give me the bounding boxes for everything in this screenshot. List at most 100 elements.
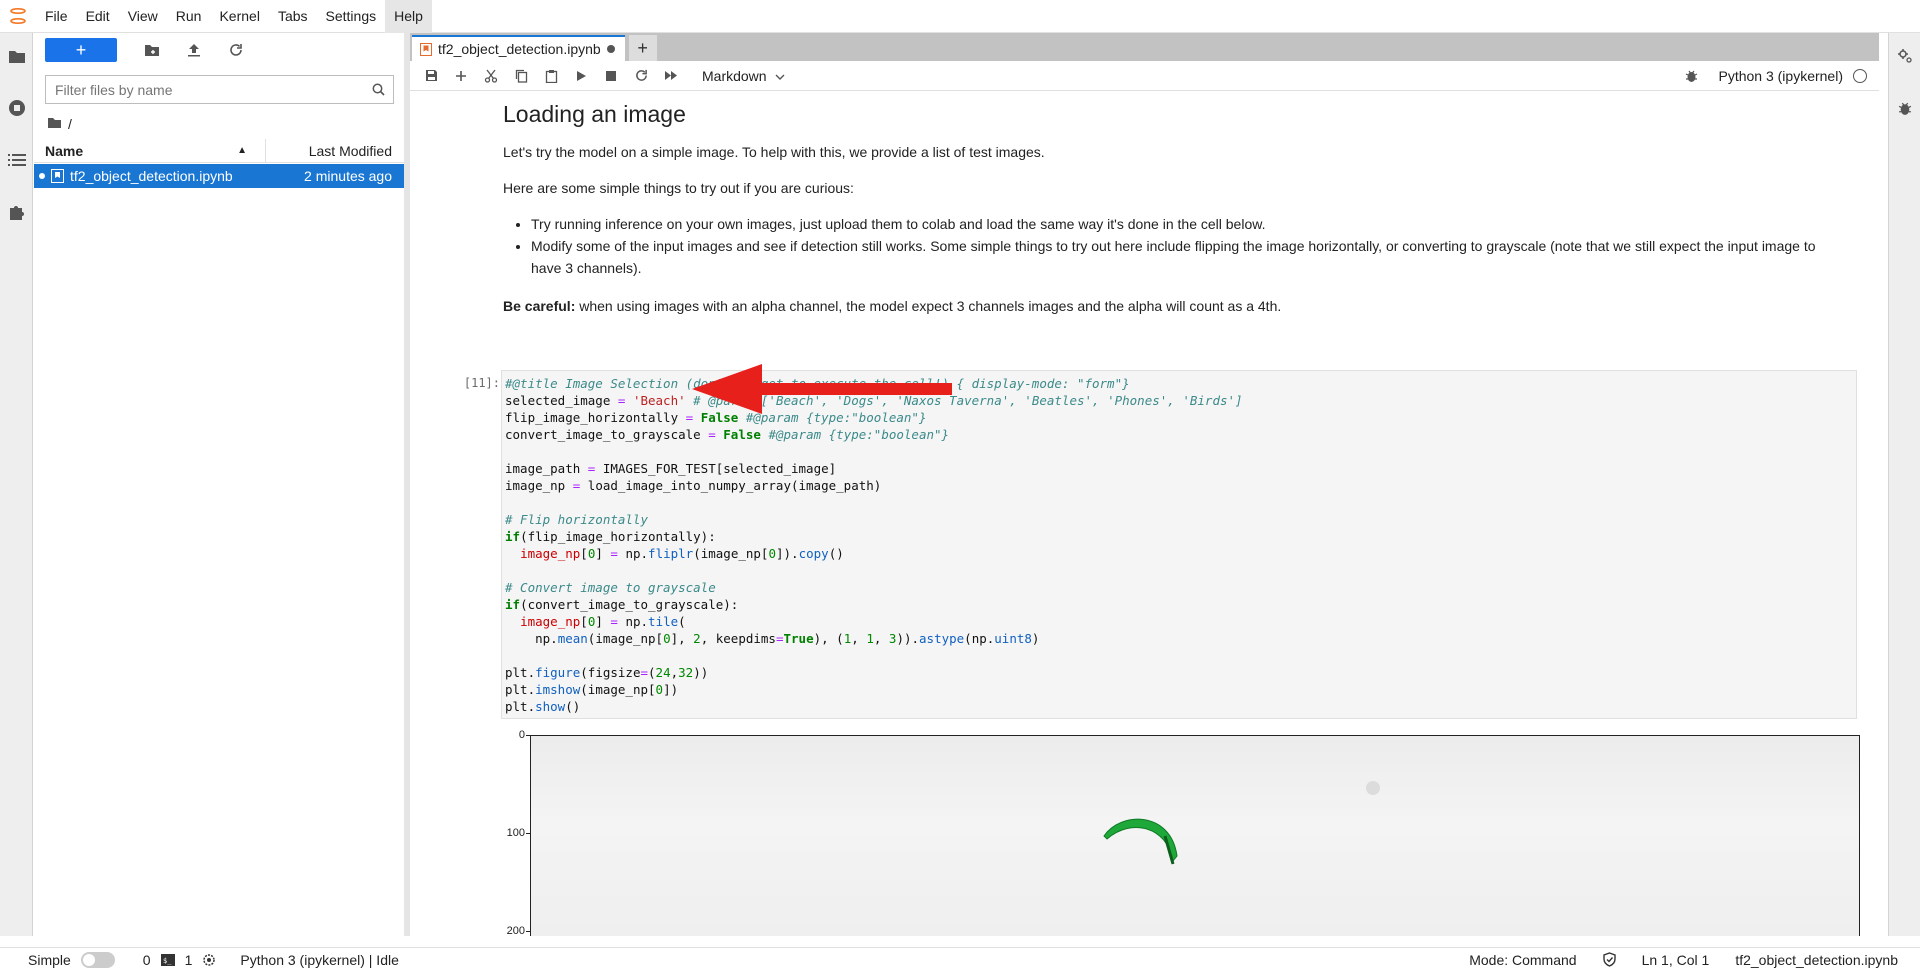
careful-text: when using images with an alpha channel,… xyxy=(575,298,1282,314)
property-inspector-icon[interactable] xyxy=(1889,41,1920,71)
insert-cell-icon[interactable] xyxy=(446,64,476,88)
menu-settings[interactable]: Settings xyxy=(317,0,386,33)
y-tick-label: 0 xyxy=(518,729,525,741)
file-name: tf2_object_detection.ipynb xyxy=(70,168,233,184)
file-filter-placeholder: Filter files by name xyxy=(55,81,173,98)
menu-run[interactable]: Run xyxy=(167,0,211,33)
status-bar: Simple 0 $_ 1 Python 3 (ipykernel) | Idl… xyxy=(0,947,1920,971)
y-tick-label: 100 xyxy=(506,827,525,839)
menu-help[interactable]: Help xyxy=(385,0,432,33)
jupyter-logo-icon xyxy=(0,0,36,33)
column-name-header[interactable]: Name ▲ xyxy=(34,138,266,163)
file-list-item[interactable]: tf2_object_detection.ipynb 2 minutes ago xyxy=(34,164,404,188)
refresh-icon[interactable] xyxy=(215,38,257,62)
kernel-status-icon xyxy=(1853,69,1867,83)
notebook-mode: Mode: Command xyxy=(1469,951,1577,968)
sort-up-icon: ▲ xyxy=(237,144,247,156)
kernel-status-text[interactable]: Python 3 (ipykernel) | Idle xyxy=(240,952,399,968)
search-icon xyxy=(363,83,393,96)
menu-tabs[interactable]: Tabs xyxy=(269,0,317,33)
svg-text:$_: $_ xyxy=(163,957,172,965)
cut-icon[interactable] xyxy=(476,64,506,88)
column-name-label: Name xyxy=(45,142,84,159)
right-sidebar xyxy=(1888,33,1920,936)
cell-output: 0 100 200 xyxy=(501,729,1861,936)
markdown-paragraph: Be careful: when using images with an al… xyxy=(503,295,1843,317)
kernel-count: 1 xyxy=(184,951,193,968)
upload-icon[interactable] xyxy=(173,38,215,62)
new-folder-icon[interactable] xyxy=(131,38,173,62)
y-tick-label: 200 xyxy=(506,925,525,936)
cloud-spot xyxy=(1366,781,1380,795)
debugger-icon[interactable] xyxy=(1889,93,1920,123)
status-left: Simple 0 $_ 1 Python 3 (ipykernel) | Idl… xyxy=(0,951,399,968)
red-arrow-annotation xyxy=(692,364,952,414)
chevron-down-icon xyxy=(775,68,785,84)
notebook-toolbar: Markdown Python 3 (ipykernel) xyxy=(410,61,1879,91)
menu-bar: File Edit View Run Kernel Tabs Settings … xyxy=(0,0,1920,33)
running-dot-icon xyxy=(39,173,45,179)
left-sidebar xyxy=(0,33,33,936)
terminal-count: 0 xyxy=(142,951,151,968)
running-icon[interactable] xyxy=(0,93,33,123)
careful-bold: Be careful: xyxy=(503,298,576,314)
file-browser-toolbar: + xyxy=(34,33,404,67)
simple-mode-toggle[interactable] xyxy=(80,951,115,968)
kernel-gear-icon xyxy=(202,953,216,967)
list-item: Modify some of the input images and see … xyxy=(531,235,1843,279)
notebook-file-icon xyxy=(51,169,64,183)
list-item: Try running inference on your own images… xyxy=(531,213,1843,235)
markdown-paragraph: Here are some simple things to try out i… xyxy=(503,180,854,196)
folder-icon[interactable] xyxy=(0,41,33,71)
menu-file[interactable]: File xyxy=(36,0,77,33)
file-filter-input[interactable]: Filter files by name xyxy=(45,75,394,104)
run-icon[interactable] xyxy=(566,64,596,88)
breadcrumb-root[interactable]: / xyxy=(68,116,72,132)
paste-icon[interactable] xyxy=(536,64,566,88)
debugger-icon[interactable] xyxy=(1685,69,1698,83)
folder-icon[interactable] xyxy=(47,116,62,132)
y-tick xyxy=(526,735,530,736)
cursor-position[interactable]: Ln 1, Col 1 xyxy=(1642,952,1710,968)
file-list-header: Name ▲ Last Modified xyxy=(34,138,404,163)
notebook-tab-icon xyxy=(420,42,432,56)
code-cell-editor[interactable]: #@title Image Selection (don't forget to… xyxy=(501,370,1857,719)
tab-notebook[interactable]: tf2_object_detection.ipynb xyxy=(412,35,625,61)
unsaved-dot-icon[interactable] xyxy=(606,45,615,53)
cell-type-value: Markdown xyxy=(702,67,767,84)
y-tick xyxy=(526,833,530,834)
stop-icon[interactable] xyxy=(596,64,626,88)
terminal-icon: $_ xyxy=(160,953,175,966)
menu-view[interactable]: View xyxy=(119,0,167,33)
notebook-content: Loading an image Let's try the model on … xyxy=(410,92,1879,936)
fast-forward-icon[interactable] xyxy=(656,64,686,88)
menu-edit[interactable]: Edit xyxy=(77,0,119,33)
new-launcher-button[interactable]: + xyxy=(45,38,117,62)
kite-icon xyxy=(1103,818,1178,865)
extensions-icon[interactable] xyxy=(0,197,33,227)
copy-icon[interactable] xyxy=(506,64,536,88)
trusted-shield-icon[interactable] xyxy=(1602,952,1616,967)
cell-prompt: [11]: xyxy=(463,376,500,390)
simple-mode-label: Simple xyxy=(28,951,71,968)
kernel-area: Python 3 (ipykernel) xyxy=(1685,61,1879,91)
output-image xyxy=(530,735,1860,936)
markdown-heading: Loading an image xyxy=(503,101,686,127)
cell-type-dropdown[interactable]: Markdown xyxy=(702,68,785,84)
tab-title: tf2_object_detection.ipynb xyxy=(438,41,601,57)
status-filename: tf2_object_detection.ipynb xyxy=(1735,951,1898,968)
tab-bar: tf2_object_detection.ipynb + xyxy=(410,33,1879,61)
main-area: tf2_object_detection.ipynb + Markdown Py… xyxy=(410,33,1879,936)
menu-kernel[interactable]: Kernel xyxy=(210,0,268,33)
table-of-contents-icon[interactable] xyxy=(0,145,33,175)
add-tab-button[interactable]: + xyxy=(628,35,657,61)
y-tick xyxy=(526,931,530,932)
breadcrumb: / xyxy=(47,114,72,134)
restart-icon[interactable] xyxy=(626,64,656,88)
file-browser: + Filter files by name / Name ▲ Last Mod… xyxy=(34,33,404,936)
status-right: Mode: Command Ln 1, Col 1 tf2_object_det… xyxy=(1469,952,1920,968)
kernel-name[interactable]: Python 3 (ipykernel) xyxy=(1718,68,1843,84)
column-modified-header[interactable]: Last Modified xyxy=(266,139,404,163)
save-icon[interactable] xyxy=(416,64,446,88)
file-modified: 2 minutes ago xyxy=(304,168,392,184)
